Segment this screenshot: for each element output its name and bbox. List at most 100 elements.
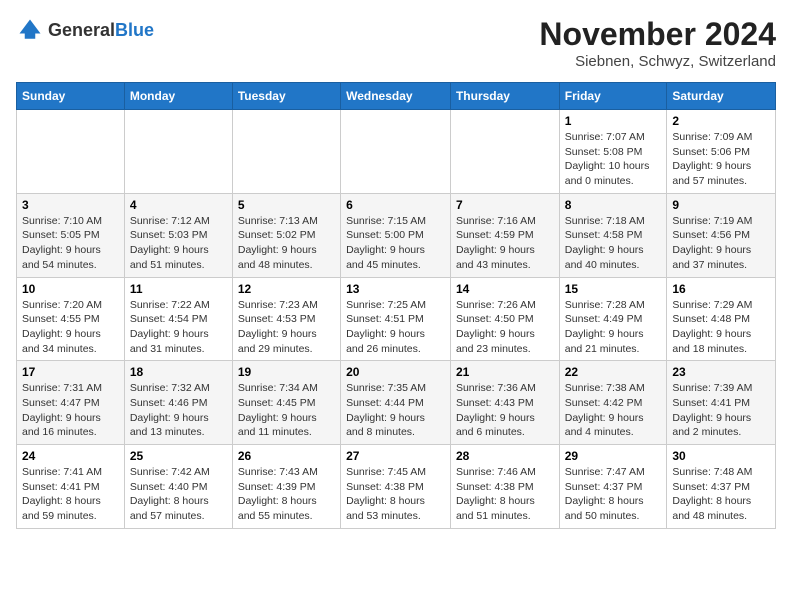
page-header: GeneralBlue November 2024 Siebnen, Schwy… [16, 16, 776, 70]
calendar-cell: 2 Sunrise: 7:09 AM Sunset: 5:06 PM Daylig… [667, 110, 776, 194]
day-info: Sunrise: 7:15 AM Sunset: 5:00 PM Dayligh… [346, 214, 445, 273]
logo-icon [16, 16, 44, 44]
calendar-cell: 12 Sunrise: 7:23 AM Sunset: 4:53 PM Dayli… [232, 277, 340, 361]
day-number: 16 [672, 282, 770, 296]
calendar-cell: 29Sunrise: 7:47 AM Sunset: 4:37 PM Dayli… [559, 445, 667, 529]
day-info: Sunrise: 7:12 AM Sunset: 5:03 PM Dayligh… [130, 214, 227, 273]
day-info: Sunrise: 7:32 AM Sunset: 4:46 PM Dayligh… [130, 381, 227, 440]
day-info: Sunrise: 7:23 AM Sunset: 4:53 PM Dayligh… [238, 298, 335, 357]
day-of-week-header: Wednesday [341, 83, 451, 110]
day-number: 5 [238, 198, 335, 212]
day-info: Sunrise: 7:45 AM Sunset: 4:38 PM Dayligh… [346, 465, 445, 524]
calendar-week-row: 3 Sunrise: 7:10 AM Sunset: 5:05 PM Daylig… [17, 193, 776, 277]
day-number: 2 [672, 114, 770, 128]
calendar-cell: 1 Sunrise: 7:07 AM Sunset: 5:08 PM Daylig… [559, 110, 667, 194]
day-info: Sunrise: 7:19 AM Sunset: 4:56 PM Dayligh… [672, 214, 770, 273]
title-area: November 2024 Siebnen, Schwyz, Switzerla… [539, 16, 776, 70]
calendar-cell: 20Sunrise: 7:35 AM Sunset: 4:44 PM Dayli… [341, 361, 451, 445]
day-info: Sunrise: 7:25 AM Sunset: 4:51 PM Dayligh… [346, 298, 445, 357]
day-number: 18 [130, 365, 227, 379]
day-info: Sunrise: 7:07 AM Sunset: 5:08 PM Dayligh… [565, 130, 662, 189]
day-number: 3 [22, 198, 119, 212]
calendar-week-row: 17 Sunrise: 7:31 AM Sunset: 4:47 PM Dayli… [17, 361, 776, 445]
day-number: 24 [22, 449, 119, 463]
calendar-cell: 15 Sunrise: 7:28 AM Sunset: 4:49 PM Dayli… [559, 277, 667, 361]
day-number: 29 [565, 449, 662, 463]
calendar-cell [450, 110, 559, 194]
calendar-cell: 13 Sunrise: 7:25 AM Sunset: 4:51 PM Dayli… [341, 277, 451, 361]
day-of-week-header: Saturday [667, 83, 776, 110]
day-number: 27 [346, 449, 445, 463]
day-info: Sunrise: 7:48 AM Sunset: 4:37 PM Dayligh… [672, 465, 770, 524]
day-info: Sunrise: 7:28 AM Sunset: 4:49 PM Dayligh… [565, 298, 662, 357]
day-info: Sunrise: 7:22 AM Sunset: 4:54 PM Dayligh… [130, 298, 227, 357]
day-info: Sunrise: 7:13 AM Sunset: 5:02 PM Dayligh… [238, 214, 335, 273]
day-number: 14 [456, 282, 554, 296]
day-info: Sunrise: 7:16 AM Sunset: 4:59 PM Dayligh… [456, 214, 554, 273]
calendar-table: SundayMondayTuesdayWednesdayThursdayFrid… [16, 82, 776, 529]
day-info: Sunrise: 7:43 AM Sunset: 4:39 PM Dayligh… [238, 465, 335, 524]
day-info: Sunrise: 7:26 AM Sunset: 4:50 PM Dayligh… [456, 298, 554, 357]
day-number: 15 [565, 282, 662, 296]
day-info: Sunrise: 7:41 AM Sunset: 4:41 PM Dayligh… [22, 465, 119, 524]
day-number: 13 [346, 282, 445, 296]
calendar-cell: 21Sunrise: 7:36 AM Sunset: 4:43 PM Dayli… [450, 361, 559, 445]
calendar-cell: 30 Sunrise: 7:48 AM Sunset: 4:37 PM Dayli… [667, 445, 776, 529]
day-info: Sunrise: 7:18 AM Sunset: 4:58 PM Dayligh… [565, 214, 662, 273]
calendar-cell: 17 Sunrise: 7:31 AM Sunset: 4:47 PM Dayli… [17, 361, 125, 445]
logo-text-blue: Blue [115, 20, 154, 40]
calendar-cell: 26Sunrise: 7:43 AM Sunset: 4:39 PM Dayli… [232, 445, 340, 529]
day-info: Sunrise: 7:10 AM Sunset: 5:05 PM Dayligh… [22, 214, 119, 273]
day-number: 17 [22, 365, 119, 379]
day-number: 12 [238, 282, 335, 296]
day-number: 22 [565, 365, 662, 379]
day-number: 6 [346, 198, 445, 212]
calendar-cell: 6 Sunrise: 7:15 AM Sunset: 5:00 PM Daylig… [341, 193, 451, 277]
location-subtitle: Siebnen, Schwyz, Switzerland [539, 53, 776, 70]
calendar-cell: 7 Sunrise: 7:16 AM Sunset: 4:59 PM Daylig… [450, 193, 559, 277]
calendar-week-row: 24 Sunrise: 7:41 AM Sunset: 4:41 PM Dayli… [17, 445, 776, 529]
day-info: Sunrise: 7:42 AM Sunset: 4:40 PM Dayligh… [130, 465, 227, 524]
calendar-cell: 16 Sunrise: 7:29 AM Sunset: 4:48 PM Dayli… [667, 277, 776, 361]
day-number: 9 [672, 198, 770, 212]
calendar-header-row: SundayMondayTuesdayWednesdayThursdayFrid… [17, 83, 776, 110]
day-number: 11 [130, 282, 227, 296]
calendar-cell: 28 Sunrise: 7:46 AM Sunset: 4:38 PM Dayli… [450, 445, 559, 529]
day-info: Sunrise: 7:20 AM Sunset: 4:55 PM Dayligh… [22, 298, 119, 357]
day-number: 1 [565, 114, 662, 128]
calendar-cell: 24 Sunrise: 7:41 AM Sunset: 4:41 PM Dayli… [17, 445, 125, 529]
day-of-week-header: Tuesday [232, 83, 340, 110]
calendar-cell: 25 Sunrise: 7:42 AM Sunset: 4:40 PM Dayli… [124, 445, 232, 529]
calendar-cell: 4 Sunrise: 7:12 AM Sunset: 5:03 PM Daylig… [124, 193, 232, 277]
day-info: Sunrise: 7:34 AM Sunset: 4:45 PM Dayligh… [238, 381, 335, 440]
calendar-cell: 5 Sunrise: 7:13 AM Sunset: 5:02 PM Daylig… [232, 193, 340, 277]
day-number: 25 [130, 449, 227, 463]
day-number: 28 [456, 449, 554, 463]
day-number: 21 [456, 365, 554, 379]
calendar-week-row: 1 Sunrise: 7:07 AM Sunset: 5:08 PM Daylig… [17, 110, 776, 194]
calendar-cell: 18 Sunrise: 7:32 AM Sunset: 4:46 PM Dayli… [124, 361, 232, 445]
day-info: Sunrise: 7:09 AM Sunset: 5:06 PM Dayligh… [672, 130, 770, 189]
calendar-week-row: 10Sunrise: 7:20 AM Sunset: 4:55 PM Dayli… [17, 277, 776, 361]
logo-text-general: General [48, 20, 115, 40]
day-of-week-header: Monday [124, 83, 232, 110]
day-info: Sunrise: 7:46 AM Sunset: 4:38 PM Dayligh… [456, 465, 554, 524]
calendar-cell: 10Sunrise: 7:20 AM Sunset: 4:55 PM Dayli… [17, 277, 125, 361]
calendar-cell: 19Sunrise: 7:34 AM Sunset: 4:45 PM Dayli… [232, 361, 340, 445]
day-number: 4 [130, 198, 227, 212]
calendar-cell: 23 Sunrise: 7:39 AM Sunset: 4:41 PM Dayli… [667, 361, 776, 445]
calendar-cell: 9 Sunrise: 7:19 AM Sunset: 4:56 PM Daylig… [667, 193, 776, 277]
day-info: Sunrise: 7:35 AM Sunset: 4:44 PM Dayligh… [346, 381, 445, 440]
day-info: Sunrise: 7:29 AM Sunset: 4:48 PM Dayligh… [672, 298, 770, 357]
logo: GeneralBlue [16, 16, 154, 44]
day-number: 8 [565, 198, 662, 212]
calendar-cell [232, 110, 340, 194]
day-of-week-header: Sunday [17, 83, 125, 110]
day-number: 23 [672, 365, 770, 379]
day-info: Sunrise: 7:39 AM Sunset: 4:41 PM Dayligh… [672, 381, 770, 440]
day-of-week-header: Friday [559, 83, 667, 110]
calendar-cell: 22Sunrise: 7:38 AM Sunset: 4:42 PM Dayli… [559, 361, 667, 445]
day-info: Sunrise: 7:31 AM Sunset: 4:47 PM Dayligh… [22, 381, 119, 440]
day-number: 7 [456, 198, 554, 212]
day-number: 30 [672, 449, 770, 463]
